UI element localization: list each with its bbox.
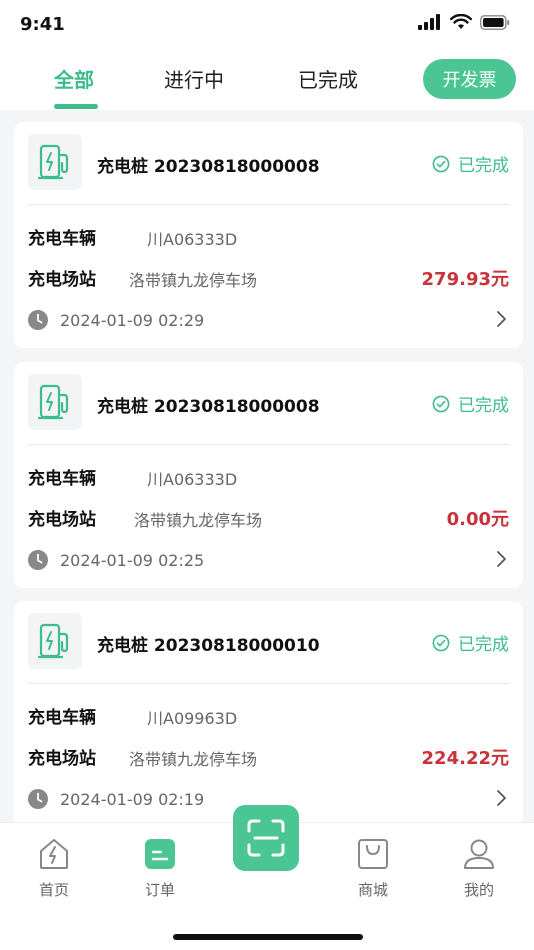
station-name: 洛带镇九龙停车场 [134, 511, 263, 530]
card-divider [28, 204, 509, 205]
station-label: 充电场站 [28, 270, 96, 290]
order-time: 2024-01-09 02:19 [60, 789, 205, 809]
station-label: 充电场站 [28, 749, 96, 769]
order-status-badge: 已完成 [432, 151, 509, 176]
clock-icon [28, 310, 48, 330]
order-status-badge: 已完成 [432, 630, 509, 655]
nav-home[interactable]: 首页 [19, 837, 89, 900]
order-status-badge: 已完成 [432, 391, 509, 416]
vehicle-label: 充电车辆 [28, 229, 96, 249]
chevron-right-icon[interactable] [495, 310, 507, 328]
nav-orders[interactable]: 订单 [125, 837, 195, 900]
check-circle-icon [432, 155, 450, 172]
tab-in-progress[interactable]: 进行中 [164, 64, 224, 93]
order-status-text: 已完成 [458, 396, 509, 416]
order-amount: 279.93元 [421, 269, 509, 290]
charging-pile-title: 充电桩 20230818000010 [97, 636, 320, 656]
tab-completed[interactable]: 已完成 [298, 64, 358, 93]
bottom-tab-bar: 首页 订单 商城 我的 [0, 805, 534, 950]
order-time: 2024-01-09 02:25 [60, 550, 205, 570]
chevron-right-icon[interactable] [495, 789, 507, 807]
order-status-text: 已完成 [458, 635, 509, 655]
order-amount: 224.22元 [421, 748, 509, 769]
charging-pile-title: 充电桩 20230818000008 [97, 397, 320, 417]
battery-icon [480, 14, 510, 30]
order-icon [145, 839, 175, 869]
nav-profile[interactable]: 我的 [444, 837, 514, 900]
status-time: 9:41 [20, 14, 65, 35]
order-status-text: 已完成 [458, 156, 509, 176]
clock-icon [28, 789, 48, 809]
vehicle-label: 充电车辆 [28, 469, 96, 489]
station-name: 洛带镇九龙停车场 [129, 271, 258, 290]
home-icon [40, 839, 68, 869]
issue-invoice-button[interactable]: 开发票 [423, 59, 516, 99]
vehicle-plate: 川A09963D [147, 709, 238, 728]
station-name: 洛带镇九龙停车场 [129, 750, 258, 769]
check-circle-icon [432, 395, 450, 412]
clock-icon [28, 550, 48, 570]
station-label: 充电场站 [28, 510, 96, 530]
nav-home-label: 首页 [38, 881, 69, 899]
tab-all[interactable]: 全部 [54, 64, 94, 93]
signal-icon [418, 14, 440, 30]
vehicle-label: 充电车辆 [28, 708, 96, 728]
card-divider [28, 683, 509, 684]
mall-bag-icon [358, 839, 388, 869]
user-icon [464, 839, 494, 869]
scan-icon [247, 819, 285, 857]
home-indicator [173, 934, 363, 940]
status-icons [418, 14, 510, 30]
card-divider [28, 444, 509, 445]
order-amount: 0.00元 [446, 509, 509, 530]
order-filter-tabs: 全部 进行中 已完成 开发票 [0, 50, 534, 110]
wifi-icon [450, 14, 472, 29]
charging-pile-icon [28, 613, 82, 669]
active-tab-indicator [54, 104, 98, 109]
nav-mall[interactable]: 商城 [338, 837, 408, 900]
charging-pile-icon [28, 134, 82, 190]
chevron-right-icon[interactable] [495, 550, 507, 568]
vehicle-plate: 川A06333D [147, 230, 238, 249]
vehicle-plate: 川A06333D [147, 470, 238, 489]
order-time-row: 2024-01-09 02:19 [28, 789, 204, 809]
order-time-row: 2024-01-09 02:25 [28, 550, 204, 570]
order-card[interactable]: 充电桩 20230818000008 已完成 充电车辆 川A06333D 充电场… [14, 362, 523, 588]
nav-orders-label: 订单 [144, 881, 175, 899]
status-bar: 9:41 [0, 0, 534, 50]
order-card[interactable]: 充电桩 20230818000008 已完成 充电车辆 川A06333D 充电场… [14, 122, 523, 348]
nav-profile-label: 我的 [463, 881, 494, 899]
order-time: 2024-01-09 02:29 [60, 310, 205, 330]
nav-mall-label: 商城 [357, 881, 388, 899]
charging-pile-title: 充电桩 20230818000008 [97, 157, 320, 177]
check-circle-icon [432, 634, 450, 651]
charging-pile-icon [28, 374, 82, 430]
scan-button[interactable] [233, 805, 299, 871]
order-time-row: 2024-01-09 02:29 [28, 310, 204, 330]
order-card[interactable]: 充电桩 20230818000010 已完成 充电车辆 川A09963D 充电场… [14, 601, 523, 827]
